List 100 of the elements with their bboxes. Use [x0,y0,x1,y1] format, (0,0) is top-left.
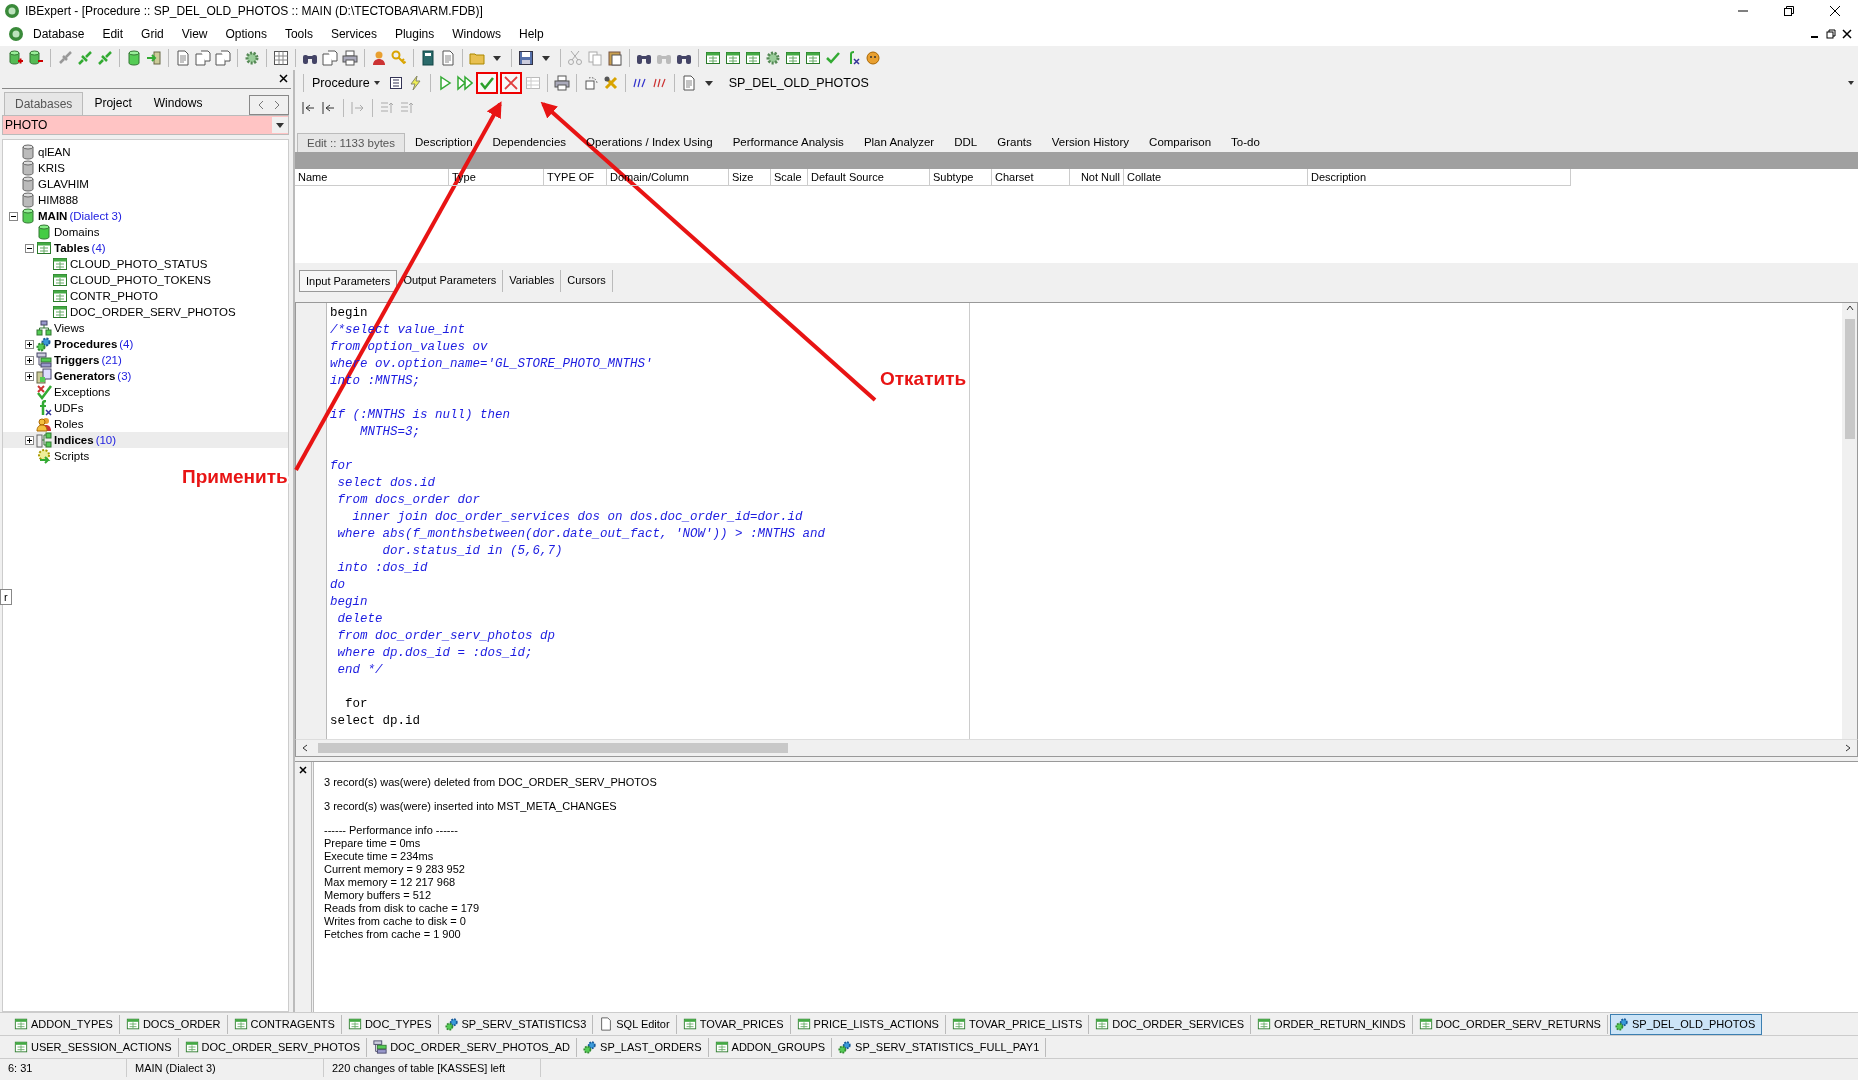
window-tab[interactable]: DOC_ORDER_SERV_RETURNS [1414,1014,1608,1034]
tree-row[interactable]: MAIN (Dialect 3) [3,208,288,224]
tree-row[interactable]: UDFs [3,400,288,416]
tree-row[interactable]: DOC_ORDER_SERV_PHOTOS [3,304,288,320]
indent-icon[interactable] [321,99,337,116]
window-tab[interactable]: USER_SESSION_ACTIONS [10,1037,179,1057]
documents-icon[interactable] [215,50,231,66]
indent-icon[interactable] [301,99,317,116]
app-logo-icon[interactable] [8,26,24,42]
window-tab[interactable]: TOVAR_PRICES [678,1014,791,1034]
window-tab[interactable]: SP_LAST_ORDERS [579,1037,709,1057]
table-icon[interactable] [725,50,741,66]
parameter-tab[interactable]: Cursors [561,270,613,292]
restore-icon[interactable] [1826,29,1836,39]
documents-icon[interactable] [322,50,338,66]
plug-icon[interactable] [77,50,93,66]
editor-tab[interactable]: Performance Analysis [722,132,854,152]
tree-row[interactable]: GLAVHIM [3,176,288,192]
editor-tab[interactable]: Grants [987,132,1042,152]
menu-item[interactable]: Grid [132,25,173,43]
window-tab[interactable]: DOC_ORDER_SERV_PHOTOS_AD [369,1037,578,1057]
database-plus-icon[interactable] [8,50,24,66]
window-tab[interactable]: DOC_ORDER_SERVICES [1091,1014,1252,1034]
tree-row[interactable]: Views [3,320,288,336]
column-header[interactable]: Not Null [1070,169,1124,186]
gear-icon[interactable] [765,50,781,66]
editor-tab[interactable]: Edit :: 1133 bytes [297,133,405,152]
tree-row[interactable]: Tables (4) [3,240,288,256]
close-icon[interactable] [1842,29,1852,39]
floppy-icon[interactable] [518,50,534,66]
column-header[interactable]: Collate [1124,169,1308,186]
close-icon[interactable] [299,766,307,774]
gear-icon[interactable] [244,50,260,66]
editor-tab[interactable]: Description [405,132,483,152]
user-icon[interactable] [371,50,387,66]
expand-toggle[interactable] [25,243,34,253]
window-tab[interactable]: SQL Editor [595,1014,677,1034]
database-icon[interactable] [126,50,142,66]
panel-tab[interactable]: Windows [142,91,214,115]
column-header[interactable]: Subtype [930,169,992,186]
check-icon[interactable] [825,50,841,66]
editor-tab[interactable]: To-do [1221,132,1270,152]
column-header[interactable]: TYPE OF [544,169,607,186]
tree-row[interactable]: CLOUD_PHOTO_TOKENS [3,272,288,288]
database-filter-field[interactable]: PHOTO [2,115,289,135]
column-header[interactable]: Size [729,169,771,186]
tree-row[interactable]: Triggers (21) [3,352,288,368]
caret-icon[interactable] [272,117,288,133]
expand-toggle[interactable] [25,371,34,381]
expand-toggle[interactable] [25,355,34,365]
scroll-right-icon[interactable] [1843,743,1853,753]
window-tab[interactable]: SP_SERV_STATISTICS_FULL_PAY1 [834,1037,1047,1057]
document-icon[interactable] [387,74,404,91]
window-tab[interactable]: DOC_ORDER_SERV_PHOTOS [180,1037,368,1057]
tree-row[interactable]: CLOUD_PHOTO_STATUS [3,256,288,272]
editor-tab[interactable]: DDL [944,132,988,152]
expand-toggle[interactable] [9,211,18,221]
column-header[interactable]: Description [1308,169,1571,186]
window-tab[interactable]: DOCS_ORDER [121,1014,228,1034]
menu-item[interactable]: Help [509,25,553,43]
menu-item[interactable]: Options [216,25,276,43]
close-icon[interactable] [279,74,288,83]
tree-row[interactable]: KRIS [3,160,288,176]
column-header[interactable]: Scale [771,169,808,186]
menu-item[interactable]: Tools [275,25,322,43]
scroll-up-icon[interactable] [1844,303,1855,313]
menu-item[interactable]: Database [24,25,94,43]
tree-row[interactable]: qlEAN [3,144,288,160]
menu-item[interactable]: Windows [443,25,510,43]
editor-tab[interactable]: Operations / Index Using [576,132,723,152]
menu-item[interactable]: Services [321,25,386,43]
menu-item[interactable]: View [172,25,217,43]
panel-tab[interactable]: Databases [4,92,84,115]
parameter-tab[interactable]: Output Parameters [397,270,504,292]
tree-row[interactable]: Scripts [3,448,288,464]
window-tab[interactable]: SP_DEL_OLD_PHOTOS [1609,1013,1763,1035]
object-type-dropdown[interactable]: Procedure [308,74,386,91]
scroll-thumb[interactable] [1844,319,1855,439]
editor-tab[interactable]: Plan Analyzer [853,132,945,152]
table-icon[interactable] [705,50,721,66]
tree-row[interactable]: Procedures (4) [3,336,288,352]
expand-toggle[interactable] [25,339,34,349]
plug-icon[interactable] [97,50,113,66]
editor-tab[interactable]: Comparison [1139,132,1222,152]
printer-icon[interactable] [342,50,358,66]
window-tab[interactable]: DOC_TYPES [343,1014,439,1034]
scroll-thumb[interactable] [318,743,788,753]
clipboard-icon[interactable] [607,50,623,66]
book-icon[interactable] [420,50,436,66]
tree-row[interactable]: CONTR_PHOTO [3,288,288,304]
refresh-box-icon[interactable] [582,74,599,91]
printer-icon[interactable] [553,74,570,91]
tree-row[interactable]: Generators (3) [3,368,288,384]
parameter-tab[interactable]: Input Parameters [299,270,398,292]
scroll-left-icon[interactable] [300,743,310,753]
menu-item[interactable]: Plugins [385,25,444,43]
horizontal-scrollbar[interactable] [295,739,1858,757]
window-tab[interactable]: CONTRAGENTS [229,1014,342,1034]
vertical-scrollbar[interactable] [1842,303,1857,739]
column-header[interactable]: Default Source [808,169,930,186]
